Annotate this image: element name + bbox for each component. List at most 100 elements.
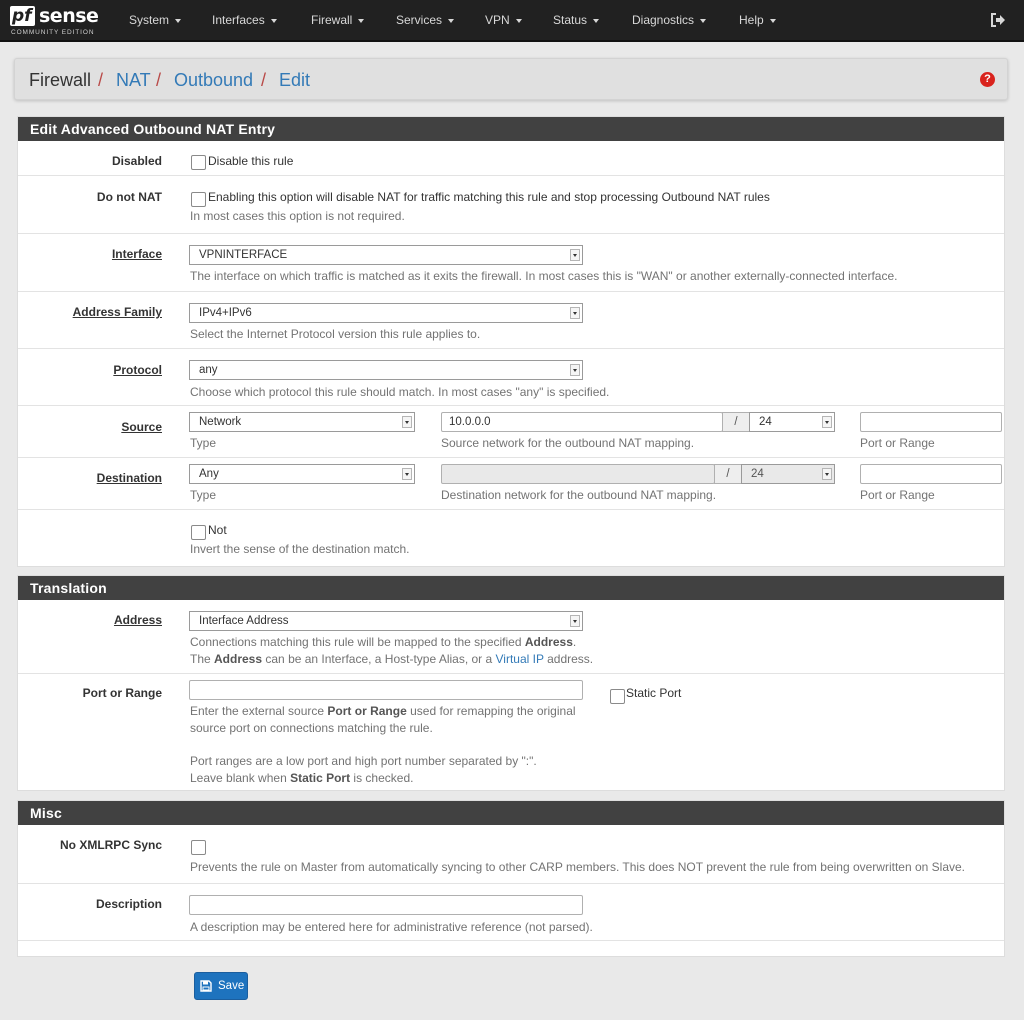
destination-slash: / [714,464,742,484]
source-type-help: Type [190,436,217,450]
source-type-select[interactable]: Network [189,412,415,432]
select-arrow-icon [402,416,412,428]
nav-help-menu[interactable]: Help [739,0,776,40]
breadcrumb-separator: / [156,70,162,90]
address-family-help: Select the Internet Protocol version thi… [190,327,481,341]
row-divider [18,457,1004,458]
nav-vpn-menu[interactable]: VPN [485,0,522,40]
protocol-select[interactable]: any [189,360,583,380]
nav-interfaces-menu[interactable]: Interfaces [212,0,277,40]
destination-type-help: Type [190,488,217,502]
interface-select[interactable]: VPNINTERFACE [189,245,583,265]
chevron-down-icon [448,18,455,23]
address-family-select[interactable]: IPv4+IPv6 [189,303,583,323]
translation-port-label: Port or Range [82,686,162,700]
interface-help: The interface on which traffic is matche… [190,269,898,283]
not-checkbox[interactable] [191,525,206,540]
select-arrow-icon [822,468,832,480]
save-icon [200,980,212,992]
disable-rule-text: Disable this rule [208,154,294,168]
row-divider [18,233,1004,234]
source-slash: / [722,412,750,432]
row-divider [18,175,1004,176]
row-divider [18,509,1004,510]
row-divider [18,348,1004,349]
source-label: Source [121,420,162,434]
select-arrow-icon [402,468,412,480]
xmlrpc-help: Prevents the rule on Master from automat… [190,860,966,874]
nav-system-menu[interactable]: System [129,0,182,40]
do-not-nat-text: Enabling this option will disable NAT fo… [208,190,770,204]
translation-address-help-1: Connections matching this rule will be m… [190,635,577,649]
logo-sense: sense [39,5,99,27]
nav-status-menu[interactable]: Status [553,0,600,40]
description-input[interactable] [189,895,583,915]
static-port-text: Static Port [626,686,682,700]
source-port-help: Port or Range [860,436,935,450]
xmlrpc-label: No XMLRPC Sync [59,838,162,852]
do-not-nat-help: In most cases this option is not require… [190,209,405,223]
not-help: Invert the sense of the destination matc… [190,542,410,556]
chevron-down-icon [593,18,600,23]
nav-firewall-menu[interactable]: Firewall [311,0,365,40]
source-network-input[interactable]: 10.0.0.0 [441,412,723,432]
row-divider [18,940,1004,941]
translation-port-input[interactable] [189,680,583,700]
interface-label: Interface [111,247,162,261]
logo-pf: pf [10,6,35,26]
question-circle-icon[interactable]: ? [980,72,995,87]
source-port-input[interactable] [860,412,1002,432]
edit-nat-entry-panel: Edit Advanced Outbound NAT Entry Disable… [17,116,1005,567]
save-label: Save [218,980,245,992]
chevron-down-icon [270,18,277,23]
select-arrow-icon [570,615,580,627]
translation-port-help-4: Leave blank when Static Port is checked. [190,771,414,785]
breadcrumb-outbound-link[interactable]: Outbound [174,69,253,91]
breadcrumb-edit-link[interactable]: Edit [279,69,310,91]
misc-panel: Misc No XMLRPC Sync Prevents the rule on… [17,800,1005,957]
chevron-down-icon [358,18,365,23]
address-family-label: Address Family [72,305,162,319]
nav-diagnostics-menu[interactable]: Diagnostics [632,0,707,40]
static-port-checkbox[interactable] [610,689,625,704]
select-arrow-icon [570,307,580,319]
pfsense-logo[interactable]: pf sense COMMUNITY EDITION [10,5,110,39]
destination-type-select[interactable]: Any [189,464,415,484]
select-arrow-icon [570,364,580,376]
save-button[interactable]: Save [194,972,248,1000]
destination-network-help: Destination network for the outbound NAT… [441,488,717,502]
panel-title: Edit Advanced Outbound NAT Entry [18,117,1004,141]
top-navbar: pf sense COMMUNITY EDITION System Interf… [0,0,1024,42]
breadcrumb-nat-link[interactable]: NAT [116,69,151,91]
destination-mask-select[interactable]: 24 [741,464,835,484]
row-divider [18,405,1004,406]
source-network-help: Source network for the outbound NAT mapp… [441,436,695,450]
translation-address-select[interactable]: Interface Address [189,611,583,631]
sign-out-icon[interactable] [990,13,1006,27]
row-divider [18,291,1004,292]
destination-label: Destination [96,471,162,485]
row-divider [18,673,1004,674]
translation-port-help-1: Enter the external source Port or Range … [190,704,576,718]
row-divider [18,883,1004,884]
breadcrumb: Firewall / NAT / Outbound / Edit ? [14,58,1008,100]
no-xmlrpc-sync-checkbox[interactable] [191,840,206,855]
do-not-nat-label: Do not NAT [96,190,162,204]
source-mask-select[interactable]: 24 [749,412,835,432]
select-arrow-icon [822,416,832,428]
chevron-down-icon [769,18,776,23]
chevron-down-icon [175,18,182,23]
misc-title: Misc [18,801,1004,825]
destination-port-input[interactable] [860,464,1002,484]
translation-address-help-2: The Address can be an Interface, a Host-… [190,652,594,666]
breadcrumb-separator: / [98,70,104,90]
select-arrow-icon [570,249,580,261]
destination-network-input[interactable] [441,464,715,484]
translation-title: Translation [18,576,1004,600]
do-not-nat-checkbox[interactable] [191,192,206,207]
virtual-ip-link[interactable]: Virtual IP [496,652,544,666]
translation-port-help-2: source port on connections matching the … [190,721,433,735]
nav-services-menu[interactable]: Services [396,0,455,40]
disable-rule-checkbox[interactable] [191,155,206,170]
chevron-down-icon [515,18,522,23]
